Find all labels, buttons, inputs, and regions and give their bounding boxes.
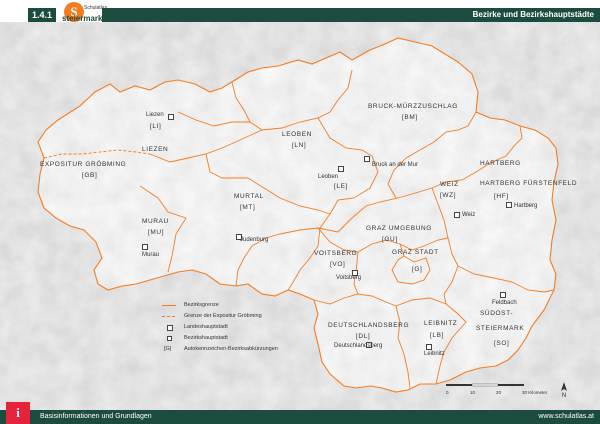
legend-district-border: Bezirksgrenze bbox=[184, 302, 219, 308]
map-legend: Bezirksgrenze Grenze der Expositur Gröbm… bbox=[162, 300, 322, 370]
footer-website[interactable]: www.schulatlas.at bbox=[538, 410, 594, 424]
town-hartberg: Hartberg bbox=[514, 203, 538, 209]
legend-row-district-border: Bezirksgrenze bbox=[162, 300, 332, 310]
legend-row-district-capital: Bezirkshauptstadt bbox=[162, 333, 332, 343]
district-label-suedoststeiermark-1: SÜDOST- bbox=[480, 310, 514, 317]
legend-small-square-icon bbox=[167, 336, 172, 341]
district-label-hartberg-1: HARTBERG bbox=[480, 160, 521, 167]
scale-tick-30: 30 Kilometer bbox=[522, 390, 548, 395]
town-judenburg: Judenburg bbox=[240, 237, 269, 243]
district-label-liezen: LIEZEN bbox=[142, 146, 169, 153]
scale-tick-10: 10 bbox=[470, 390, 476, 395]
district-abbr-bruck: [BM] bbox=[402, 114, 418, 121]
district-abbr-groebming: [GB] bbox=[82, 172, 98, 179]
district-label-murtal: MURTAL bbox=[234, 193, 264, 200]
district-label-murau: MURAU bbox=[142, 218, 169, 225]
town-marker-bruck bbox=[364, 156, 370, 162]
district-abbr-leoben-2: [LE] bbox=[334, 183, 348, 190]
town-feldbach: Feldbach bbox=[492, 300, 517, 306]
legend-row-plate-codes: [G] Autokennzeichen-Bezirksabkürzungen bbox=[162, 344, 332, 354]
town-liezen: Liezen bbox=[146, 112, 164, 118]
legend-state-capital: Landeshauptstadt bbox=[184, 324, 228, 330]
district-abbr-deutschlandsberg: [DL] bbox=[356, 333, 371, 340]
district-label-weiz: WEIZ bbox=[440, 181, 459, 188]
map-canvas: LIEZEN [LI] EXPOSITUR GRÖBMING [GB] BRUC… bbox=[0, 22, 600, 410]
district-label-deutschlandsberg: DEUTSCHLANDSBERG bbox=[328, 322, 410, 329]
district-abbr-murtal: [MT] bbox=[240, 204, 256, 211]
legend-plate-symbol: [G] bbox=[164, 346, 172, 352]
legend-expositur-border: Grenze der Expositur Gröbming bbox=[184, 313, 262, 319]
town-deutschlandsberg: Deutschlandsberg bbox=[334, 343, 383, 349]
district-abbr-weiz: [WZ] bbox=[440, 192, 457, 199]
town-leoben: Leoben bbox=[318, 174, 339, 180]
district-abbr-leoben: [LN] bbox=[292, 142, 307, 149]
town-marker-murau bbox=[142, 244, 148, 250]
title-bar: Bezirke und Bezirkshauptstädte bbox=[102, 8, 600, 22]
town-marker-weiz bbox=[454, 212, 460, 218]
district-label-bruck: BRUCK-MÜRZZUSCHLAG bbox=[368, 103, 458, 110]
footer-section: Basisinformationen und Grundlagen bbox=[40, 413, 152, 420]
district-label-groebming: EXPOSITUR GRÖBMING bbox=[40, 161, 127, 168]
scale-tick-20: 20 bbox=[496, 390, 502, 395]
district-abbr-murau: [MU] bbox=[148, 229, 165, 236]
town-murau: Murau bbox=[142, 252, 160, 258]
legend-plate-codes: Autokennzeichen-Bezirksabkürzungen bbox=[184, 346, 278, 352]
footer-bar: Basisinformationen und Grundlagen www.sc… bbox=[0, 410, 600, 424]
district-label-leibnitz: LEIBNITZ bbox=[424, 320, 458, 327]
district-abbr-leibnitz: [LB] bbox=[430, 332, 444, 339]
district-abbr-hartberg: [HF] bbox=[494, 193, 509, 200]
scale-bar: 0 10 20 30 Kilometer bbox=[446, 382, 548, 402]
legend-district-capital: Bezirkshauptstadt bbox=[184, 335, 228, 341]
town-marker-feldbach bbox=[500, 292, 506, 298]
town-leibnitz: Leibnitz bbox=[424, 351, 445, 357]
scale-tick-0: 0 bbox=[446, 390, 449, 395]
legend-dashed-line-icon bbox=[162, 316, 176, 317]
district-abbr-liezen: [LI] bbox=[150, 123, 162, 130]
page-title: Bezirke und Bezirkshauptstädte bbox=[472, 10, 594, 19]
north-label: N bbox=[561, 393, 567, 399]
town-marker-liezen bbox=[168, 114, 174, 120]
schulatlas-logo: S Schulatlas steiermark bbox=[60, 2, 107, 24]
footer-logo-icon: i bbox=[6, 402, 30, 424]
north-arrow-graphic bbox=[561, 382, 567, 391]
legend-solid-line-icon bbox=[162, 305, 176, 306]
town-marker-leibnitz bbox=[426, 344, 432, 350]
district-label-hartberg: HARTBERG FÜRSTENFELD bbox=[480, 180, 578, 187]
header-bar: 1.4.1 S Schulatlas steiermark Bezirke un… bbox=[0, 0, 600, 24]
legend-square-icon bbox=[167, 325, 173, 331]
district-abbr-graz-stadt: [G] bbox=[412, 266, 423, 273]
section-code: 1.4.1 bbox=[28, 8, 56, 22]
town-bruck: Bruck an der Mur bbox=[372, 162, 419, 168]
north-arrow-icon: N bbox=[559, 382, 569, 399]
town-marker-hartberg bbox=[506, 202, 512, 208]
town-voitsberg: Voitsberg bbox=[336, 275, 362, 281]
town-weiz: Weiz bbox=[462, 212, 476, 218]
district-label-leoben: LEOBEN bbox=[282, 131, 312, 138]
legend-row-expositur: Grenze der Expositur Gröbming bbox=[162, 311, 332, 321]
district-label-graz-umgebung: GRAZ UMGEBUNG bbox=[366, 225, 432, 232]
district-label-graz-stadt: GRAZ STADT bbox=[392, 249, 439, 256]
district-abbr-voitsberg: [VO] bbox=[330, 261, 346, 268]
district-label-suedoststeiermark: STEIERMARK bbox=[476, 325, 525, 332]
legend-row-state-capital: Landeshauptstadt bbox=[162, 322, 332, 332]
district-abbr-graz-umgebung: [GU] bbox=[382, 236, 398, 243]
district-abbr-suedoststeiermark: [SO] bbox=[494, 340, 510, 347]
scale-bar-graphic bbox=[446, 383, 524, 387]
district-label-voitsberg: VOITSBERG bbox=[314, 250, 358, 257]
town-marker-leoben bbox=[338, 166, 344, 172]
